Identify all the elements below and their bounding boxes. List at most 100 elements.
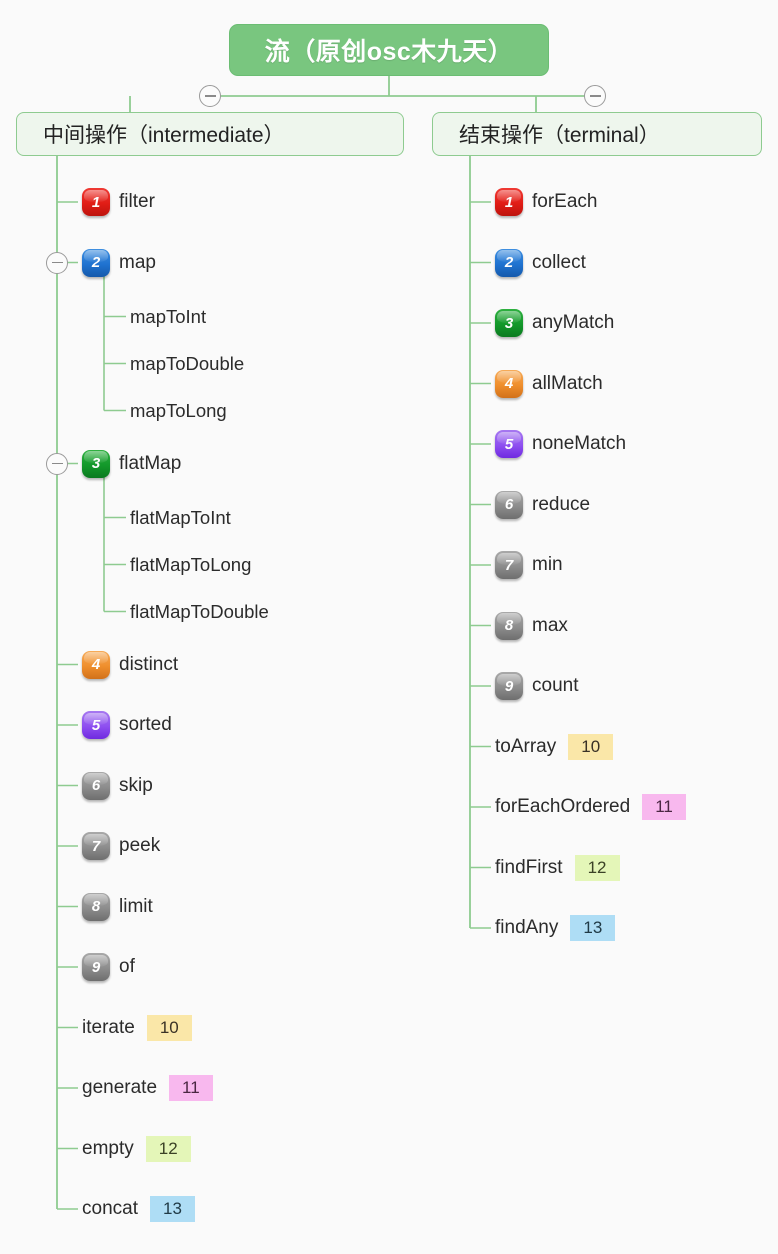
minus-icon xyxy=(204,95,216,97)
node-label: skip xyxy=(119,774,153,796)
node-label: map xyxy=(119,251,156,273)
collapse-toggle-flatMap[interactable] xyxy=(46,452,68,475)
node-label: mapToInt xyxy=(130,305,207,327)
root-node[interactable]: 流（原创osc木九天） xyxy=(229,24,549,76)
mindmap-node-intermediate-peek[interactable]: 7 peek xyxy=(82,831,160,861)
node-highlight-chip: 10 xyxy=(146,1014,192,1041)
node-number-badge: 4 xyxy=(82,650,110,679)
root-node-label: 流（原创osc木九天） xyxy=(264,38,514,66)
mindmap-node-intermediate-skip[interactable]: 6 skip xyxy=(82,771,153,801)
mindmap-node-intermediate-iterate[interactable]: iterate 10 xyxy=(82,1013,192,1043)
node-number-badge: 3 xyxy=(495,309,523,337)
mindmap-node-terminal-forEachOrdered[interactable]: forEachOrdered 11 xyxy=(495,792,686,822)
node-number-badge: 6 xyxy=(495,490,523,519)
mindmap-node-intermediate-filter[interactable]: 1 filter xyxy=(82,187,155,217)
node-label: min xyxy=(532,554,563,575)
mindmap-node-intermediate-mapToInt[interactable]: mapToInt xyxy=(130,302,206,332)
node-label: toArray xyxy=(495,735,557,757)
node-label: mapToLong xyxy=(130,399,227,421)
mindmap-node-intermediate-flatMapToDouble[interactable]: flatMapToDouble xyxy=(130,597,269,627)
mindmap-node-intermediate-of[interactable]: 9 of xyxy=(82,952,135,982)
mindmap-node-intermediate-mapToDouble[interactable]: mapToDouble xyxy=(130,349,244,379)
node-label: reduce xyxy=(532,493,591,515)
mindmap-node-terminal-allMatch[interactable]: 4 allMatch xyxy=(495,369,603,399)
node-number-badge: 1 xyxy=(82,188,110,216)
node-label: flatMap xyxy=(119,452,182,474)
node-label: forEachOrdered xyxy=(495,796,631,817)
mindmap-node-intermediate-generate[interactable]: generate 11 xyxy=(82,1073,213,1103)
node-label: limit xyxy=(119,895,153,917)
node-label: max xyxy=(532,614,568,636)
node-label: filter xyxy=(119,191,155,212)
node-highlight-chip: 13 xyxy=(570,915,616,941)
node-highlight-chip: 12 xyxy=(145,1135,191,1162)
mindmap-node-terminal-count[interactable]: 9 count xyxy=(495,671,578,701)
mindmap-node-terminal-toArray[interactable]: toArray 10 xyxy=(495,732,614,762)
node-highlight-chip: 12 xyxy=(574,854,620,881)
node-label: findAny xyxy=(495,917,559,938)
node-label: iterate xyxy=(82,1016,135,1038)
node-label: forEach xyxy=(532,191,598,212)
node-number-badge: 6 xyxy=(82,771,110,800)
node-number-badge: 5 xyxy=(495,430,523,458)
node-number-badge: 3 xyxy=(82,449,110,478)
mindmap-node-terminal-noneMatch[interactable]: 5 noneMatch xyxy=(495,429,626,459)
node-highlight-chip: 11 xyxy=(169,1075,213,1101)
node-label: allMatch xyxy=(532,372,603,394)
node-number-badge: 7 xyxy=(495,551,523,579)
mindmap-node-terminal-reduce[interactable]: 6 reduce xyxy=(495,490,590,520)
node-number-badge: 8 xyxy=(82,892,110,921)
node-label: anyMatch xyxy=(532,312,615,333)
node-number-badge: 1 xyxy=(495,188,523,216)
mindmap-node-terminal-collect[interactable]: 2 collect xyxy=(495,248,586,278)
node-number-badge: 4 xyxy=(495,369,523,398)
node-highlight-chip: 10 xyxy=(568,733,614,760)
mindmap-node-intermediate-flatMapToLong[interactable]: flatMapToLong xyxy=(130,550,251,580)
collapse-toggle-intermediate[interactable] xyxy=(199,85,221,107)
collapse-toggle-map[interactable] xyxy=(46,251,68,274)
mindmap-node-intermediate-sorted[interactable]: 5 sorted xyxy=(82,710,172,740)
mindmap-canvas: 流（原创osc木九天） 中间操作（intermediate） 结束操作（term… xyxy=(0,0,778,1254)
collapse-toggle-terminal[interactable] xyxy=(584,85,606,107)
node-highlight-chip: 13 xyxy=(149,1196,195,1222)
branch-header-terminal-label: 结束操作（terminal） xyxy=(459,124,660,147)
mindmap-node-intermediate-flatMapToInt[interactable]: flatMapToInt xyxy=(130,503,231,533)
node-label: noneMatch xyxy=(532,433,627,454)
node-label: mapToDouble xyxy=(130,352,245,374)
mindmap-node-intermediate-limit[interactable]: 8 limit xyxy=(82,892,153,922)
mindmap-node-terminal-forEach[interactable]: 1 forEach xyxy=(495,187,597,217)
mindmap-node-terminal-findFirst[interactable]: findFirst 12 xyxy=(495,853,620,883)
node-number-badge: 9 xyxy=(82,953,110,981)
mindmap-node-intermediate-distinct[interactable]: 4 distinct xyxy=(82,650,178,680)
mindmap-node-intermediate-flatMap[interactable]: 3 flatMap xyxy=(82,449,181,479)
minus-icon xyxy=(589,95,601,97)
node-number-badge: 2 xyxy=(82,248,110,277)
mindmap-node-terminal-findAny[interactable]: findAny 13 xyxy=(495,913,616,943)
minus-icon xyxy=(51,261,63,264)
node-number-badge: 8 xyxy=(495,611,523,640)
node-number-badge: 7 xyxy=(82,832,110,860)
mindmap-node-intermediate-map[interactable]: 2 map xyxy=(82,248,156,278)
node-label: flatMapToInt xyxy=(130,506,231,528)
node-label: empty xyxy=(82,1137,134,1159)
branch-header-intermediate[interactable]: 中间操作（intermediate） xyxy=(16,112,404,156)
mindmap-node-terminal-max[interactable]: 8 max xyxy=(495,611,568,641)
node-label: concat xyxy=(82,1198,138,1219)
node-label: peek xyxy=(119,835,161,856)
node-label: distinct xyxy=(119,653,179,675)
mindmap-node-intermediate-mapToLong[interactable]: mapToLong xyxy=(130,396,227,426)
mindmap-node-terminal-min[interactable]: 7 min xyxy=(495,550,563,580)
node-label: collect xyxy=(532,251,586,273)
node-number-badge: 9 xyxy=(495,672,523,700)
node-label: count xyxy=(532,675,579,696)
mindmap-node-intermediate-empty[interactable]: empty 12 xyxy=(82,1134,191,1164)
node-label: sorted xyxy=(119,714,172,735)
mindmap-node-terminal-anyMatch[interactable]: 3 anyMatch xyxy=(495,308,614,338)
minus-icon xyxy=(51,462,63,465)
node-highlight-chip: 11 xyxy=(642,794,686,820)
mindmap-node-intermediate-concat[interactable]: concat 13 xyxy=(82,1194,195,1224)
node-label: of xyxy=(119,956,135,977)
branch-header-terminal[interactable]: 结束操作（terminal） xyxy=(432,112,762,156)
node-number-badge: 2 xyxy=(495,248,523,277)
branch-header-intermediate-label: 中间操作（intermediate） xyxy=(43,124,285,147)
